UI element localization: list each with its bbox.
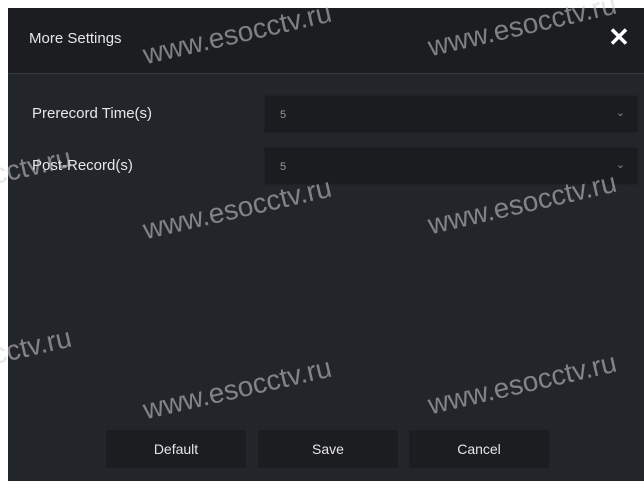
post-record-select[interactable]: 5 ⌄: [264, 147, 638, 185]
cancel-button[interactable]: Cancel: [409, 430, 549, 468]
prerecord-time-label: Prerecord Time(s): [32, 105, 153, 122]
close-icon[interactable]: ✕: [604, 22, 634, 52]
dialog-header: More Settings ✕: [8, 8, 644, 73]
chevron-down-icon: ⌄: [615, 159, 625, 171]
dialog-title: More Settings: [29, 30, 122, 47]
post-record-value: 5: [280, 161, 287, 173]
header-divider: [8, 73, 644, 74]
prerecord-time-value: 5: [280, 109, 287, 121]
default-button[interactable]: Default: [106, 430, 246, 468]
chevron-down-icon: ⌄: [615, 107, 625, 119]
post-record-label: Post-Record(s): [32, 157, 133, 174]
prerecord-time-select[interactable]: 5 ⌄: [264, 95, 638, 133]
more-settings-dialog: More Settings ✕ Prerecord Time(s) 5 ⌄ Po…: [8, 8, 644, 481]
save-button[interactable]: Save: [258, 430, 398, 468]
